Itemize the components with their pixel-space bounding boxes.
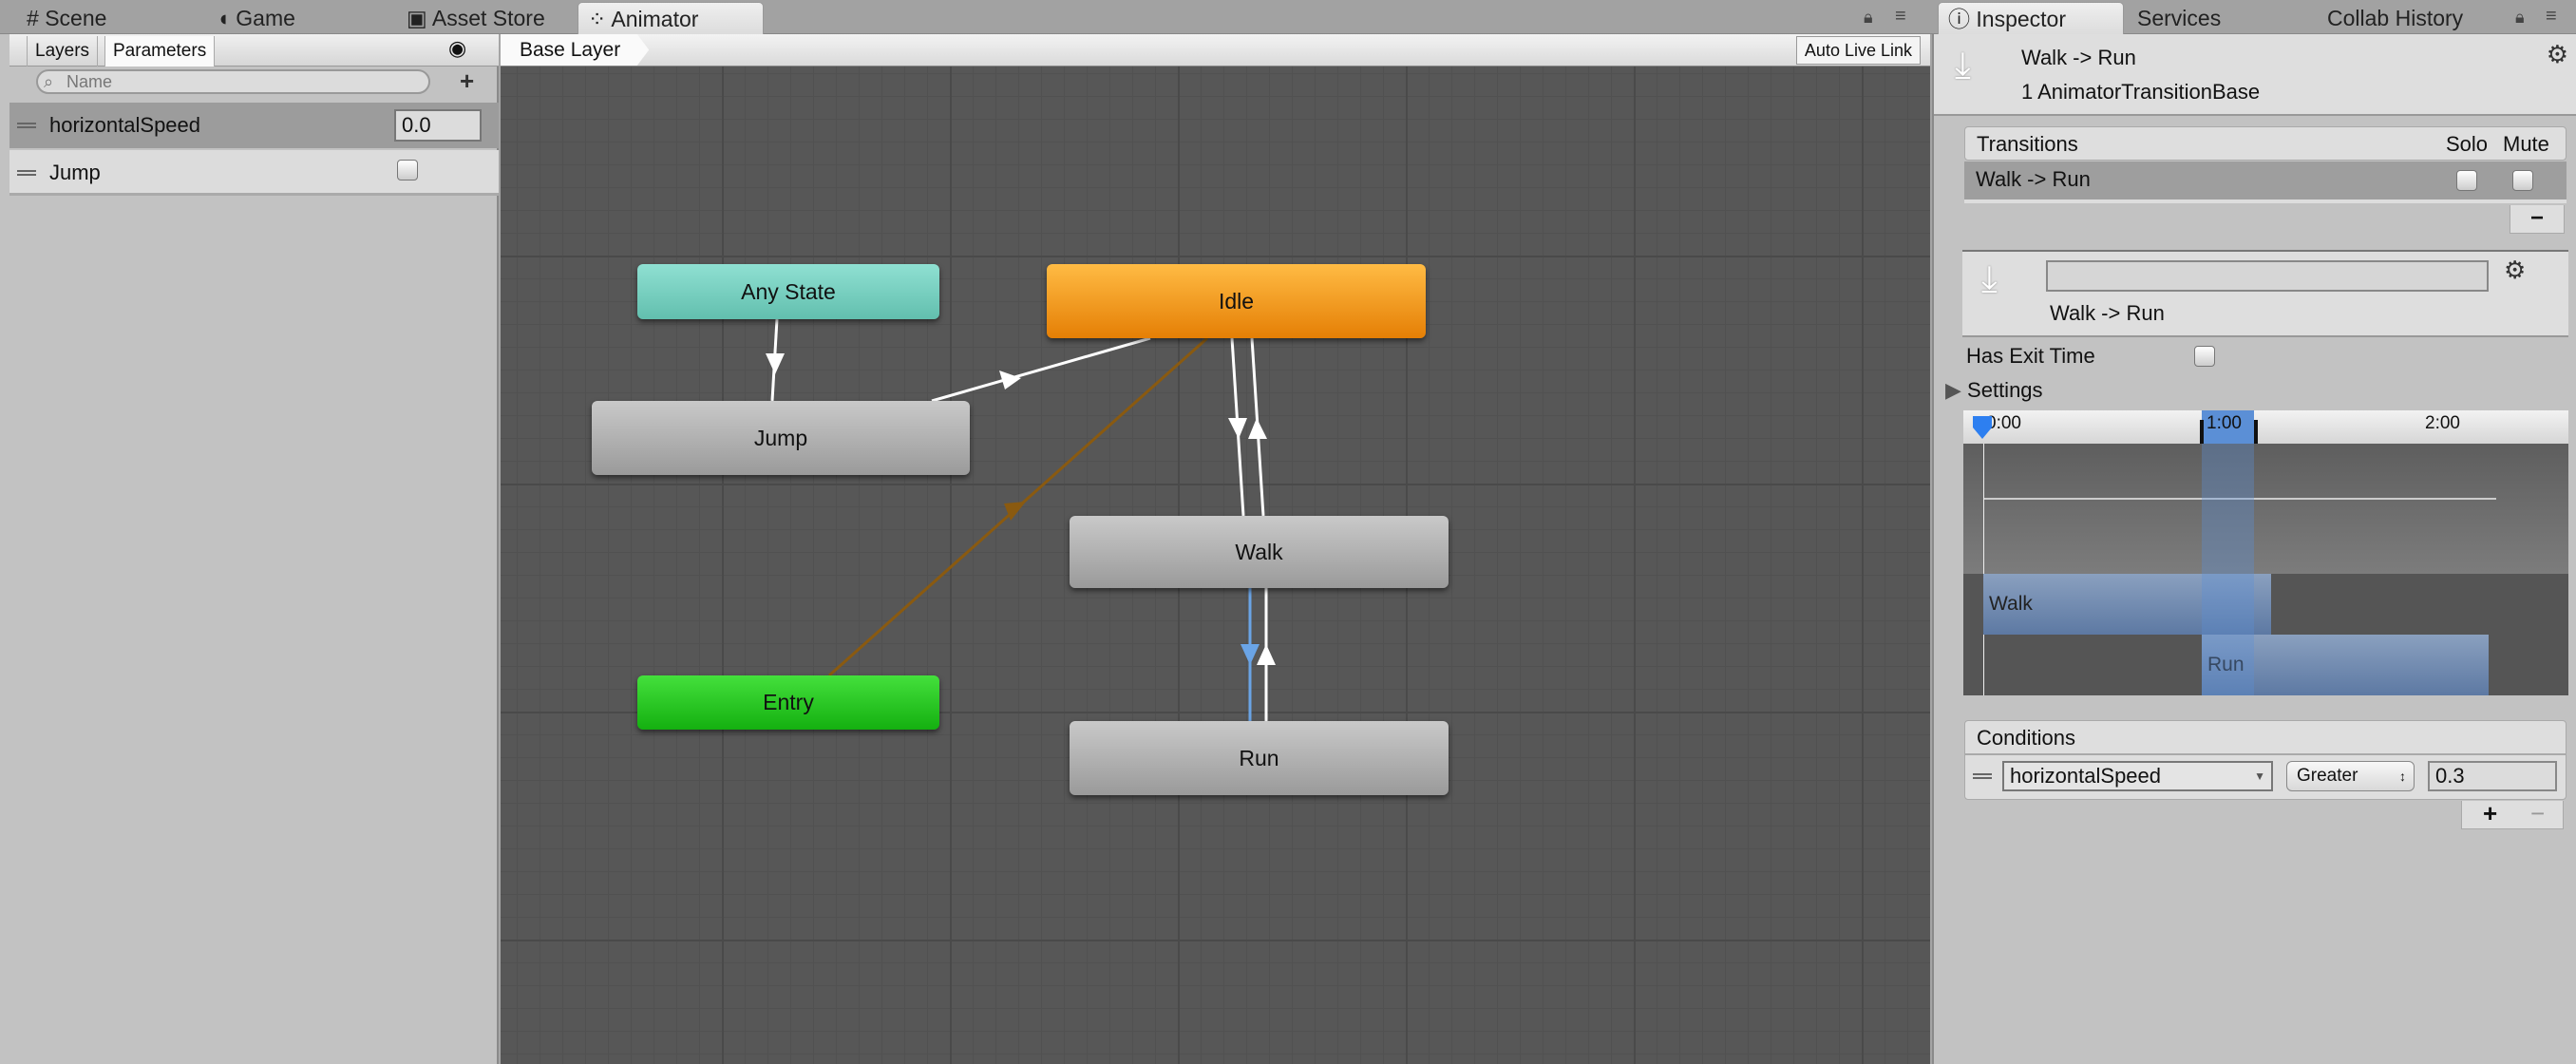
transition-name-field[interactable]: [2046, 260, 2489, 292]
remove-condition-button[interactable]: −: [2530, 799, 2545, 828]
transition-jump-idle[interactable]: [931, 336, 1151, 403]
state-any-state[interactable]: Any State: [637, 264, 939, 319]
arrowhead-icon: [999, 370, 1021, 390]
triangle-right-icon: ▶: [1945, 378, 1961, 402]
state-entry[interactable]: Entry: [637, 675, 939, 730]
chevron-down-icon: ▼: [2254, 770, 2265, 783]
settings-foldout[interactable]: ▶ Settings: [1945, 378, 2043, 403]
solo-checkbox[interactable]: [2456, 170, 2477, 191]
state-jump[interactable]: Jump: [592, 401, 970, 475]
inspector-subtitle: 1 AnimatorTransitionBase: [2021, 80, 2261, 104]
conditions-header: Conditions: [1977, 726, 2075, 750]
arrowhead-icon: [1228, 418, 1247, 439]
transition-end-handle[interactable]: [2254, 420, 2258, 444]
gear-icon[interactable]: ⚙: [2504, 256, 2526, 285]
arrowhead-icon: [766, 353, 785, 374]
timeline-ruler: 0:00 1:00 2:00: [1963, 410, 2568, 444]
transition-icon: ⤓: [1981, 259, 1998, 299]
solo-header: Solo: [2446, 132, 2489, 156]
transition-start-handle[interactable]: [2200, 420, 2204, 444]
transitions-header: Transitions: [1977, 132, 2078, 156]
transition-icon: ⤓: [1955, 46, 1971, 86]
has-exit-time-checkbox[interactable]: [2194, 346, 2215, 367]
tick-label: 2:00: [2425, 413, 2460, 433]
condition-add-remove: + −: [2461, 799, 2564, 829]
state-idle[interactable]: Idle: [1047, 264, 1426, 338]
inspector-header: ⤓ Walk -> Run 1 AnimatorTransitionBase ⚙: [1934, 34, 2576, 116]
transition-row[interactable]: Walk -> Run: [1964, 162, 2567, 203]
updown-arrow-icon: ↕: [2399, 769, 2406, 784]
transition-timeline[interactable]: 0:00 1:00 2:00 Walk Run: [1963, 410, 2568, 695]
state-walk[interactable]: Walk: [1070, 516, 1449, 588]
condition-parameter-dropdown[interactable]: horizontalSpeed ▼: [2002, 761, 2273, 791]
tick-label: 1:00: [2207, 413, 2242, 433]
transition-settings-header: ⤓ Walk -> Run ⚙: [1962, 250, 2568, 337]
condition-mode-dropdown[interactable]: Greater ↕: [2286, 761, 2415, 791]
conditions-list: Conditions horizontalSpeed ▼ Greater ↕ 0.3: [1964, 720, 2567, 800]
add-condition-button[interactable]: +: [2483, 799, 2497, 828]
gear-icon[interactable]: ⚙: [2547, 40, 2568, 69]
transition-label: Walk -> Run: [2050, 301, 2165, 325]
mute-header: Mute: [2503, 132, 2549, 156]
transition-duration-highlight: [2202, 444, 2254, 695]
transitions-list: Transitions Solo Mute: [1964, 126, 2567, 161]
mute-checkbox[interactable]: [2512, 170, 2533, 191]
arrowhead-icon: [1248, 418, 1267, 439]
playhead-marker-icon[interactable]: [1973, 416, 1992, 439]
has-exit-time-label: Has Exit Time: [1966, 344, 2095, 368]
transition-row-name: Walk -> Run: [1976, 167, 2091, 191]
inspector-title: Walk -> Run: [2021, 46, 2136, 69]
drag-handle-icon[interactable]: [1973, 773, 1992, 779]
state-run[interactable]: Run: [1070, 721, 1449, 795]
condition-value-field[interactable]: 0.3: [2428, 761, 2557, 791]
arrowhead-icon: [1241, 644, 1260, 665]
arrowhead-icon: [1257, 644, 1276, 665]
remove-transition-button[interactable]: −: [2510, 205, 2565, 234]
